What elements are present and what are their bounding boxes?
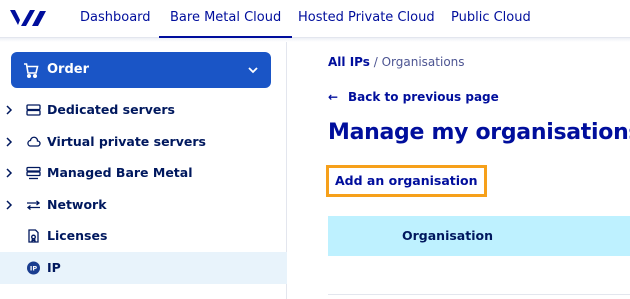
table-divider <box>328 294 630 295</box>
sidebar-item-label: Managed Bare Metal <box>47 165 193 180</box>
chevron-right-icon <box>6 200 13 210</box>
breadcrumb-separator: / <box>373 55 378 69</box>
sidebar-item-licenses[interactable]: Licenses <box>0 220 287 252</box>
chevron-down-icon <box>248 67 258 74</box>
license-icon <box>28 229 39 243</box>
order-label: Order <box>47 62 89 77</box>
sidebar-item-ip[interactable]: IP IP <box>0 252 287 284</box>
sidebar-item-label: Network <box>47 197 107 212</box>
cloud-icon <box>27 136 41 147</box>
sidebar-item-label: Licenses <box>47 228 108 243</box>
sidebar-item-label: Virtual private servers <box>47 134 206 149</box>
page-title: Manage my organisations <box>328 120 630 145</box>
sidebar-item-dedicated-servers[interactable]: Dedicated servers <box>0 94 287 126</box>
ovh-logo[interactable] <box>8 7 48 29</box>
add-organisation-link[interactable]: Add an organisation <box>326 165 487 197</box>
sidebar-item-network[interactable]: Network <box>0 189 287 221</box>
table-header: Organisation <box>328 216 630 256</box>
sidebar-item-managed-bare-metal[interactable]: Managed Bare Metal <box>0 157 287 189</box>
nav-dashboard[interactable]: Dashboard <box>80 0 151 38</box>
cart-icon <box>24 63 39 78</box>
server-icon <box>26 104 41 116</box>
svg-text:IP: IP <box>30 265 37 273</box>
breadcrumb: All IPs / Organisations <box>328 55 465 69</box>
network-icon <box>26 200 41 211</box>
main-content: All IPs / Organisations ← Back to previou… <box>288 42 630 299</box>
arrow-left-icon: ← <box>328 90 339 104</box>
sidebar-item-vps[interactable]: Virtual private servers <box>0 126 287 158</box>
back-link-label: Back to previous page <box>348 90 499 104</box>
chevron-right-icon <box>6 168 13 178</box>
column-header-organisation[interactable]: Organisation <box>402 216 493 256</box>
back-to-previous-page-link[interactable]: ← Back to previous page <box>328 90 499 104</box>
sidebar: Order Dedicated servers Virtual private … <box>0 42 287 299</box>
breadcrumb-all-ips-link[interactable]: All IPs <box>328 55 370 69</box>
chevron-right-icon <box>6 137 13 147</box>
nav-public-cloud[interactable]: Public Cloud <box>451 0 531 38</box>
nav-bare-metal-cloud[interactable]: Bare Metal Cloud <box>159 0 293 38</box>
top-navigation: Dashboard Bare Metal Cloud Hosted Privat… <box>0 0 630 38</box>
breadcrumb-current: Organisations <box>381 55 465 69</box>
order-button[interactable]: Order <box>11 52 271 88</box>
sidebar-item-label: Dedicated servers <box>47 102 175 117</box>
chevron-right-icon <box>6 105 13 115</box>
ip-icon: IP <box>27 261 40 275</box>
nav-hosted-private-cloud[interactable]: Hosted Private Cloud <box>298 0 435 38</box>
stack-icon <box>26 166 41 180</box>
sidebar-item-label: IP <box>47 260 61 275</box>
